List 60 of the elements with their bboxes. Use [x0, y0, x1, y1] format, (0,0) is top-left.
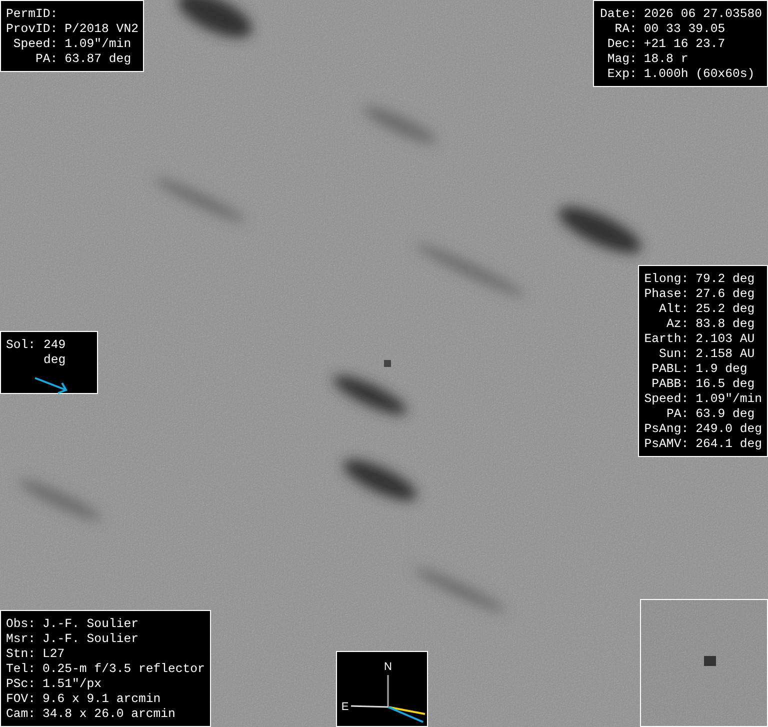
field-label: Alt:	[658, 302, 689, 317]
field-label: Phase:	[644, 287, 689, 302]
field-label: Cam:	[6, 707, 36, 722]
field-value: 00 33 39.05	[644, 22, 726, 37]
north-label: N	[384, 661, 392, 673]
field-value: 249.0 deg	[696, 422, 762, 437]
field-label: PsAMV:	[644, 437, 689, 452]
field-value: 63.87 deg	[64, 52, 132, 67]
field-label: PABB:	[650, 377, 689, 392]
field-label: Date:	[600, 7, 637, 22]
field-value: 83.8 deg	[696, 317, 756, 332]
field-label: RA:	[614, 22, 637, 37]
field-value: 1.000h (60x60s)	[644, 67, 756, 82]
field-value: +21 16 23.7	[644, 37, 726, 52]
field-label: Az:	[665, 317, 689, 332]
field-label: Speed:	[644, 392, 689, 407]
field-value: 1.09"/min	[64, 37, 132, 52]
field-label: FOV:	[6, 692, 36, 707]
field-value: 25.2 deg	[696, 302, 756, 317]
east-label: E	[341, 701, 349, 713]
field-value: L27	[42, 647, 66, 662]
field-label: Earth:	[644, 332, 689, 347]
field-label: PsAng:	[644, 422, 689, 437]
field-label: Msr:	[6, 632, 36, 647]
field-label: PABL:	[650, 362, 689, 377]
field-label: Sun:	[658, 347, 689, 362]
field-label: Mag:	[606, 52, 637, 67]
field-value: 1.9 deg	[696, 362, 748, 377]
field-value: 0.25-m f/3.5 reflector	[42, 662, 205, 677]
field-value: 79.2 deg	[696, 272, 756, 287]
field-value: 249 deg	[44, 338, 67, 368]
arrow-icon	[34, 376, 68, 394]
field-value: 1.51"/px	[42, 677, 103, 692]
field-label: PermID:	[6, 7, 58, 22]
field-value: 63.9 deg	[696, 407, 756, 422]
field-value: 27.6 deg	[696, 287, 756, 302]
field-value: 2026 06 27.03580	[644, 7, 762, 22]
field-value: 2.103 AU	[696, 332, 756, 347]
field-label: Obs:	[6, 617, 36, 632]
field-value: 264.1 deg	[696, 437, 762, 452]
field-value: 2.158 AU	[696, 347, 756, 362]
field-label: PA:	[665, 407, 689, 422]
field-label: PSc:	[6, 677, 36, 692]
field-label: Dec:	[606, 37, 637, 52]
field-label: Exp:	[606, 67, 637, 82]
field-value: 34.8 x 26.0 arcmin	[42, 707, 176, 722]
field-value: 1.09"/min	[696, 392, 762, 407]
field-label: PA:	[34, 52, 58, 67]
field-label: Sol:	[6, 338, 36, 354]
field-label: Stn:	[6, 647, 36, 662]
field-label: Speed:	[12, 37, 58, 52]
field-value: J.-F. Soulier	[42, 632, 140, 647]
field-value: 16.5 deg	[696, 377, 756, 392]
field-value: J.-F. Soulier	[42, 617, 140, 632]
field-value: 9.6 x 9.1 arcmin	[42, 692, 162, 707]
field-value: P/2018 VN2	[64, 22, 138, 37]
field-label: ProvID:	[6, 22, 58, 37]
field-value: 18.8 r	[644, 52, 690, 67]
field-label: Tel:	[6, 662, 36, 677]
field-label: Elong:	[644, 272, 689, 287]
